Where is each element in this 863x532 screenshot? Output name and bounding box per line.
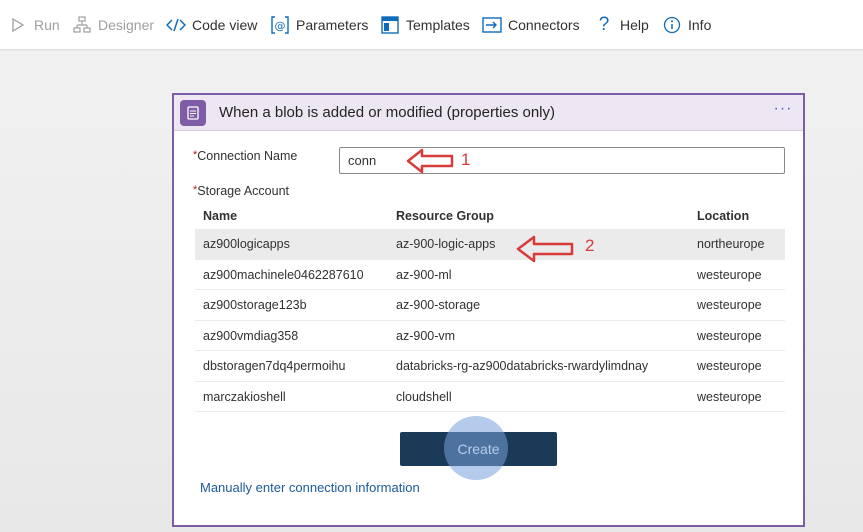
cell-location: westeurope	[697, 359, 762, 373]
cell-location: westeurope	[697, 298, 762, 312]
help-button[interactable]: ? Help	[594, 14, 649, 36]
table-row[interactable]: az900vmdiag358 az-900-vm westeurope	[195, 321, 785, 351]
column-resource-group: Resource Group	[396, 209, 494, 223]
designer-button[interactable]: Designer	[72, 14, 154, 36]
cell-location: westeurope	[697, 389, 762, 404]
cell-resource-group: az-900-logic-apps	[396, 237, 496, 251]
info-button[interactable]: Info	[662, 14, 711, 36]
cell-name: dbstoragen7dq4permoihu	[203, 359, 346, 373]
parameters-label: Parameters	[296, 17, 369, 33]
run-label: Run	[34, 17, 60, 33]
templates-button[interactable]: Templates	[380, 14, 470, 36]
templates-label: Templates	[406, 17, 470, 33]
parameters-icon: @	[270, 15, 290, 35]
column-name: Name	[203, 209, 238, 223]
table-row[interactable]: az900machinele0462287610 az-900-ml weste…	[195, 260, 785, 290]
designer-toolbar: Run Designer Code view @ Parameters Temp…	[0, 0, 863, 50]
card-header[interactable]: When a blob is added or modified (proper…	[174, 95, 803, 131]
column-location: Location	[697, 209, 750, 223]
connectors-button[interactable]: Connectors	[482, 14, 580, 36]
templates-icon	[380, 15, 400, 35]
required-marker: *	[193, 149, 198, 161]
storage-account-label: *Storage Account	[193, 184, 290, 198]
info-label: Info	[688, 17, 712, 33]
blob-trigger-card: When a blob is added or modified (proper…	[172, 93, 805, 527]
connectors-label: Connectors	[508, 17, 580, 33]
storage-account-table: Name Resource Group Location az900logica…	[195, 201, 785, 412]
manual-connection-link[interactable]: Manually enter connection information	[200, 480, 420, 495]
table-row[interactable]: az900storage123b az-900-storage westeuro…	[195, 290, 785, 321]
play-icon	[8, 15, 28, 35]
cell-name: az900storage123b	[203, 298, 307, 312]
svg-text:@: @	[275, 20, 286, 33]
blob-storage-icon	[180, 100, 206, 126]
cell-resource-group: az-900-vm	[396, 328, 456, 343]
cell-location: westeurope	[697, 328, 762, 343]
more-options-button[interactable]: ···	[771, 99, 795, 123]
help-icon: ?	[598, 14, 610, 35]
help-label: Help	[620, 17, 649, 33]
designer-label: Designer	[98, 17, 155, 33]
table-row[interactable]: az900logicapps az-900-logic-apps northeu…	[195, 229, 785, 260]
cell-name: az900vmdiag358	[203, 328, 299, 343]
cell-resource-group: az-900-ml	[396, 267, 452, 282]
cell-resource-group: az-900-storage	[396, 298, 481, 312]
table-row[interactable]: dbstoragen7dq4permoihu databricks-rg-az9…	[195, 351, 785, 382]
table-header: Name Resource Group Location	[195, 201, 785, 229]
cell-name: marczakioshell	[203, 389, 286, 404]
code-view-label: Code view	[192, 17, 258, 33]
connection-name-label: *Connection Name	[193, 149, 298, 163]
connectors-icon	[482, 15, 502, 35]
run-button[interactable]: Run	[8, 14, 60, 36]
cell-name: az900logicapps	[203, 237, 290, 251]
annotation-arrow-2	[516, 235, 574, 263]
card-title: When a blob is added or modified (proper…	[219, 104, 556, 121]
info-icon	[662, 15, 682, 35]
annotation-number-2: 2	[585, 236, 595, 255]
cell-name: az900machinele0462287610	[203, 267, 364, 282]
cell-location: westeurope	[697, 267, 762, 282]
annotation-number-1: 1	[461, 150, 471, 169]
parameters-button[interactable]: @ Parameters	[270, 14, 368, 36]
code-view-button[interactable]: Code view	[166, 14, 257, 36]
table-row[interactable]: marczakioshell cloudshell westeurope	[195, 382, 785, 412]
cell-location: northeurope	[697, 237, 765, 251]
code-icon	[166, 15, 186, 35]
click-indicator	[444, 416, 508, 480]
cell-resource-group: databricks-rg-az900databricks-rwardylimd…	[396, 359, 649, 373]
annotation-arrow-1	[406, 148, 454, 174]
cell-resource-group: cloudshell	[396, 389, 452, 404]
designer-icon	[72, 15, 92, 35]
